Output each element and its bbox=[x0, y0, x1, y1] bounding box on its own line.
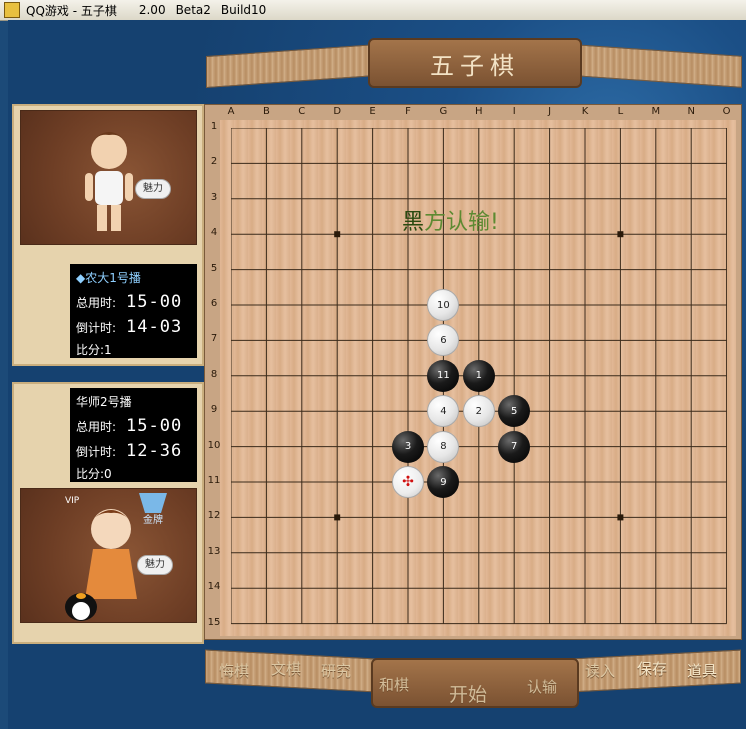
row-label: 14 bbox=[207, 581, 221, 593]
window-build: Build10 bbox=[220, 3, 267, 17]
props-button[interactable]: 道具 bbox=[687, 660, 717, 681]
player2-countdown-label: 倒计时: bbox=[76, 445, 117, 459]
title-banner: 五子棋 bbox=[200, 28, 742, 90]
player1-countdown-time: 14-03 bbox=[126, 317, 183, 337]
result-message: 黑方认输! bbox=[402, 204, 499, 236]
column-label: M bbox=[651, 106, 661, 117]
banner-plaque: 五子棋 bbox=[368, 38, 582, 88]
column-label: K bbox=[581, 106, 589, 117]
player2-total-row: 总用时: 15-00 bbox=[76, 414, 191, 439]
resign-button[interactable]: 认输 bbox=[527, 676, 557, 697]
row-label: 2 bbox=[210, 156, 218, 168]
row-label: 1 bbox=[210, 121, 218, 132]
row-label: 13 bbox=[207, 545, 221, 557]
column-label: I bbox=[512, 106, 516, 117]
last-move-marker: ✣ bbox=[392, 466, 424, 498]
window-beta: Beta2 bbox=[175, 3, 211, 17]
result-message-text: 方认输! bbox=[424, 210, 499, 235]
banner-ribbon-right bbox=[574, 44, 742, 88]
row-label: 3 bbox=[210, 191, 218, 203]
row-label: 7 bbox=[210, 333, 218, 345]
star-point bbox=[617, 514, 624, 521]
load-button[interactable]: 读入 bbox=[585, 660, 615, 681]
banner-ribbon-left bbox=[206, 43, 378, 89]
player1-charm-badge: 魅力 bbox=[135, 179, 171, 199]
svg-text:VIP: VIP bbox=[65, 496, 80, 506]
undo-button[interactable]: 悔棋 bbox=[219, 660, 249, 681]
player2-countdown-time: 12-36 bbox=[126, 441, 183, 461]
row-label: 9 bbox=[210, 404, 218, 416]
player1-total-row: 总用时: 15-00 bbox=[76, 290, 191, 315]
player1-score: 比分:1 bbox=[76, 343, 112, 357]
draw-request-button[interactable]: 文棋 bbox=[271, 658, 301, 679]
player1-total-time: 15-00 bbox=[126, 292, 183, 312]
black-stone: 3 bbox=[392, 430, 424, 463]
player2-total-label: 总用时: bbox=[76, 420, 117, 434]
column-label: F bbox=[405, 106, 411, 117]
player1-countdown-label: 倒计时: bbox=[76, 321, 117, 335]
player1-level-icon: ◆ bbox=[76, 271, 86, 285]
peace-button[interactable]: 和棋 bbox=[379, 674, 409, 695]
column-label: O bbox=[722, 106, 731, 117]
player2-score: 比分:0 bbox=[76, 467, 112, 481]
study-button[interactable]: 研究 bbox=[321, 660, 351, 681]
player2-name: 华师2号播 bbox=[76, 395, 132, 409]
save-button[interactable]: 保存 bbox=[637, 658, 667, 679]
player1-name-row: ◆农大1号播 bbox=[76, 270, 191, 290]
star-point bbox=[334, 231, 341, 238]
row-label: 6 bbox=[210, 298, 218, 309]
banner-title: 五子棋 bbox=[430, 51, 520, 80]
row-label: 12 bbox=[207, 510, 221, 522]
player2-charm-badge: 魅力 bbox=[137, 555, 173, 575]
column-label: N bbox=[687, 106, 695, 117]
black-stone: 1 bbox=[462, 359, 495, 392]
black-stone: 7 bbox=[498, 430, 531, 463]
player2-medal-badge: 金牌 bbox=[143, 515, 163, 526]
black-stone: 11 bbox=[427, 359, 460, 392]
control-bar: 悔棋 文棋 研究 和棋 开始 认输 读入 保存 道具 bbox=[205, 649, 741, 710]
star-point bbox=[334, 514, 341, 521]
player2-countdown-row: 倒计时: 12-36 bbox=[76, 439, 191, 464]
window-title: QQ游戏 - 五子棋 bbox=[26, 3, 117, 18]
column-label: J bbox=[548, 106, 552, 117]
gomoku-board[interactable]: 黑方认输! 1 2 3 4 5 6 7 8 9 10 11 ✣ bbox=[220, 120, 736, 636]
player1-name: 农大1号播 bbox=[85, 271, 141, 285]
app-icon bbox=[4, 2, 20, 18]
row-label: 11 bbox=[207, 475, 221, 486]
white-stone: 8 bbox=[427, 430, 460, 463]
column-label: L bbox=[617, 106, 624, 117]
player1-total-label: 总用时: bbox=[76, 296, 117, 310]
player2-total-time: 15-00 bbox=[126, 416, 183, 436]
player1-countdown-row: 倒计时: 14-03 bbox=[76, 315, 191, 340]
white-stone: 2 bbox=[462, 395, 495, 428]
column-label: D bbox=[333, 106, 342, 117]
row-label: 15 bbox=[207, 616, 221, 628]
window-version: 2.00 bbox=[138, 3, 166, 17]
player2-avatar[interactable]: VIP 魅力 金牌 bbox=[20, 488, 197, 623]
player1-character-icon bbox=[85, 132, 133, 231]
player1-avatar[interactable]: 魅力 bbox=[20, 110, 197, 245]
player1-panel: 魅力 ◆农大1号播 总用时: 15-00 倒计时: 14-03 比分:1 bbox=[12, 104, 204, 366]
row-label: 5 bbox=[210, 262, 218, 274]
column-label: B bbox=[262, 106, 270, 117]
window-titlebar: QQ游戏 - 五子棋 2.00 Beta2 Build10 bbox=[0, 0, 746, 21]
player2-info: 华师2号播 总用时: 15-00 倒计时: 12-36 比分:0 bbox=[70, 388, 197, 482]
row-label: 8 bbox=[210, 368, 218, 380]
column-label: G bbox=[439, 106, 448, 117]
player2-panel: 华师2号播 总用时: 15-00 倒计时: 12-36 比分:0 VIP 魅力 金牌 bbox=[12, 382, 204, 644]
column-label: H bbox=[475, 106, 483, 117]
start-button[interactable]: 开始 bbox=[449, 680, 487, 707]
column-label: A bbox=[227, 106, 235, 117]
row-label: 4 bbox=[210, 227, 218, 239]
column-label: C bbox=[298, 106, 306, 117]
player2-character-icon: VIP bbox=[65, 493, 167, 621]
row-label: 10 bbox=[207, 439, 221, 451]
star-point bbox=[617, 231, 624, 238]
result-message-side: 黑 bbox=[402, 210, 425, 235]
player1-info: ◆农大1号播 总用时: 15-00 倒计时: 14-03 比分:1 bbox=[70, 264, 197, 358]
column-label: E bbox=[369, 106, 376, 117]
